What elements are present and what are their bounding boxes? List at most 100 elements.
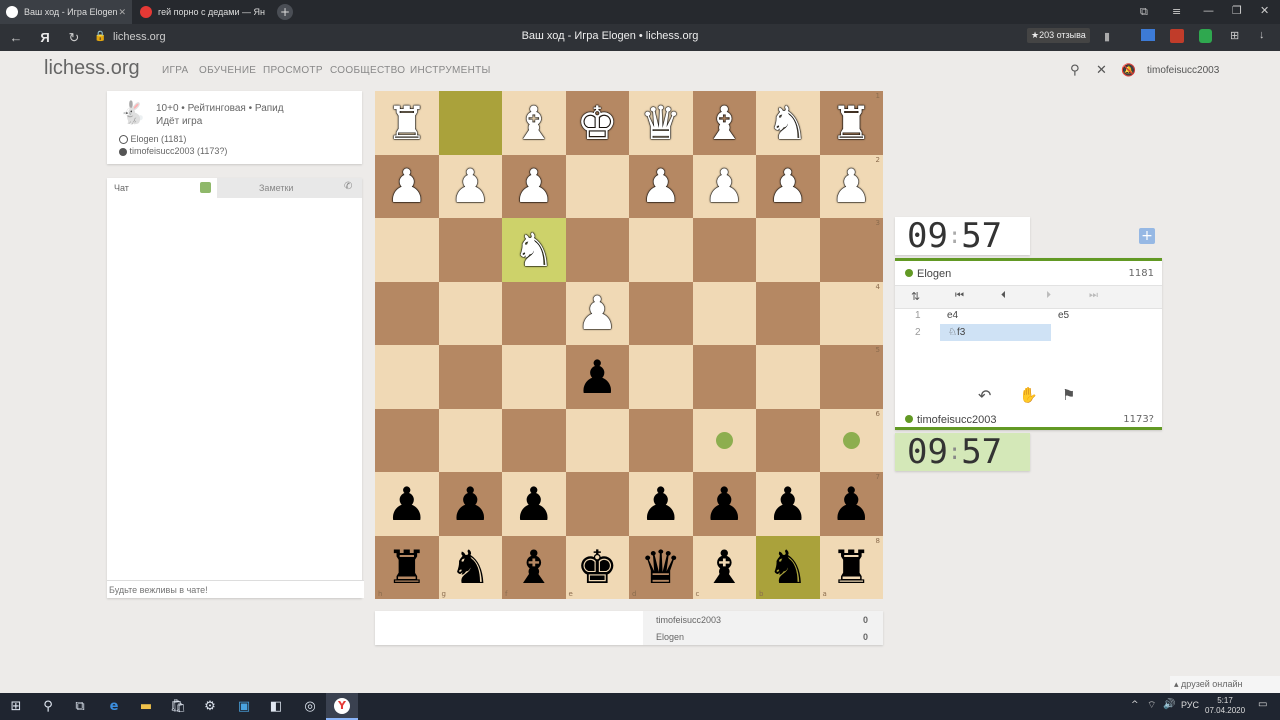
chess-piece[interactable]: ♟	[577, 354, 618, 400]
board-square[interactable]	[438, 218, 502, 282]
search-icon[interactable]: ⚲	[1070, 63, 1080, 78]
task-view-icon[interactable]: ⧉	[64, 693, 96, 720]
board-square[interactable]: ♞ g	[438, 535, 502, 599]
challenge-icon[interactable]: ✕	[1096, 63, 1107, 78]
chess-piece[interactable]: ♟	[704, 163, 745, 209]
app-icon[interactable]: ▣	[228, 693, 260, 720]
board-square[interactable]: ♟ 2	[819, 154, 883, 218]
move-white-current[interactable]: ♘f3	[940, 324, 1051, 341]
board-square[interactable]: ♜ 8 a	[819, 535, 883, 599]
chess-piece[interactable]: ♞	[450, 544, 491, 590]
board-square[interactable]: ♚ e	[565, 535, 629, 599]
notification-center-icon[interactable]: ▭	[1258, 699, 1267, 710]
last-move-icon[interactable]: ⏭	[1089, 290, 1098, 301]
add-time-icon[interactable]: +	[1139, 228, 1155, 244]
move-destination-dot[interactable]	[842, 431, 860, 449]
download-manager-icon[interactable]: ⊞	[1230, 29, 1239, 42]
chess-piece[interactable]: ♟	[450, 163, 491, 209]
black-player[interactable]: timofeisucc2003 (1173?)	[119, 146, 227, 156]
edge-icon[interactable]: e	[98, 693, 130, 720]
site-logo[interactable]: lichess.org	[44, 57, 140, 80]
friends-online-box[interactable]: ▴ друзей онлайн	[1170, 676, 1280, 693]
network-icon[interactable]: ⌔	[1147, 699, 1156, 712]
chess-piece[interactable]: ♟	[640, 163, 681, 209]
chess-piece[interactable]: ♟	[831, 481, 872, 527]
chess-piece[interactable]: ♟	[577, 290, 618, 336]
board-square[interactable]	[692, 218, 756, 282]
yandex-browser-icon[interactable]: Y	[326, 693, 358, 720]
windows-start-icon[interactable]: ⊞	[0, 693, 32, 720]
board-square[interactable]	[756, 281, 820, 345]
board-square[interactable]: ♞	[756, 91, 820, 155]
board-square[interactable]	[438, 91, 502, 155]
board-square[interactable]	[692, 281, 756, 345]
chess-piece[interactable]: ♞	[513, 227, 554, 273]
notifications-off-icon[interactable]: 🔕	[1121, 63, 1136, 77]
minimize-icon[interactable]: —	[1203, 4, 1214, 17]
previous-move-icon[interactable]: ⏴	[1001, 290, 1006, 301]
board-square[interactable]: ♝	[692, 91, 756, 155]
board-square[interactable]: ♟	[502, 472, 566, 536]
board-square[interactable]: 5	[819, 345, 883, 409]
chess-piece[interactable]: ♟	[513, 481, 554, 527]
board-square[interactable]: ♛	[629, 91, 693, 155]
board-square[interactable]: ♟	[438, 154, 502, 218]
chess-piece[interactable]: ♞	[767, 100, 808, 146]
chess-piece[interactable]: ♚	[577, 544, 618, 590]
close-window-icon[interactable]: ✕	[1260, 4, 1269, 17]
maximize-icon[interactable]: ❐	[1232, 4, 1242, 17]
nav-play[interactable]: ИГРА	[162, 65, 188, 76]
chess-piece[interactable]: ♟	[386, 163, 427, 209]
board-square[interactable]: ♟	[692, 154, 756, 218]
url-field[interactable]: lichess.org	[113, 31, 166, 43]
board-square[interactable]	[502, 281, 566, 345]
chess-piece[interactable]: ♟	[767, 481, 808, 527]
board-square[interactable]: ♚	[565, 91, 629, 155]
browser-tab[interactable]: гей порно с дедами — Ян	[134, 0, 272, 24]
chess-piece[interactable]: ♝	[704, 100, 745, 146]
chess-piece[interactable]: ♟	[450, 481, 491, 527]
board-square[interactable]	[565, 154, 629, 218]
bookmark-icon[interactable]: ▮	[1104, 30, 1110, 43]
chess-piece[interactable]: ♟	[640, 481, 681, 527]
board-square[interactable]: ♝ c	[692, 535, 756, 599]
board-square[interactable]: 6	[819, 408, 883, 472]
chess-piece[interactable]: ♟	[513, 163, 554, 209]
board-square[interactable]	[565, 408, 629, 472]
extension-icon[interactable]	[1170, 29, 1184, 43]
reload-icon[interactable]: ↻	[62, 24, 86, 51]
board-square[interactable]: ♟	[438, 472, 502, 536]
board-square[interactable]	[629, 281, 693, 345]
chess-piece[interactable]: ♜	[386, 100, 427, 146]
player-name[interactable]: timofeisucc2003	[905, 414, 997, 426]
board-square[interactable]	[565, 472, 629, 536]
tab-chat[interactable]: Чат	[107, 178, 217, 198]
board-square[interactable]: ♟	[756, 154, 820, 218]
board-square[interactable]: ♟	[692, 472, 756, 536]
next-move-icon[interactable]: ⏵	[1046, 290, 1051, 301]
volume-icon[interactable]: 🔊	[1163, 699, 1175, 710]
reviews-badge[interactable]: ★203 отзыва	[1027, 28, 1090, 43]
search-icon[interactable]: ⚲	[32, 693, 64, 720]
chess-piece[interactable]: ♜	[386, 544, 427, 590]
board-square[interactable]	[438, 408, 502, 472]
board-square[interactable]	[438, 345, 502, 409]
board-square[interactable]	[756, 408, 820, 472]
board-square[interactable]: ♝ f	[502, 535, 566, 599]
board-square[interactable]: ♟	[375, 154, 439, 218]
chat-input[interactable]	[107, 580, 364, 598]
board-square[interactable]: ♟	[375, 472, 439, 536]
board-square[interactable]	[502, 408, 566, 472]
language-indicator[interactable]: РУС	[1181, 700, 1199, 710]
board-square[interactable]: ♟	[565, 345, 629, 409]
nav-tools[interactable]: ИНСТРУМЕНТЫ	[410, 65, 491, 76]
chess-piece[interactable]: ♝	[513, 544, 554, 590]
chess-piece[interactable]: ♚	[577, 100, 618, 146]
first-move-icon[interactable]: ⏮	[955, 290, 964, 301]
board-square[interactable]	[629, 345, 693, 409]
board-square[interactable]	[756, 345, 820, 409]
board-square[interactable]	[438, 281, 502, 345]
board-square[interactable]: 3	[819, 218, 883, 282]
chevron-up-icon[interactable]: ^	[1131, 700, 1139, 710]
chess-piece[interactable]: ♜	[831, 100, 872, 146]
